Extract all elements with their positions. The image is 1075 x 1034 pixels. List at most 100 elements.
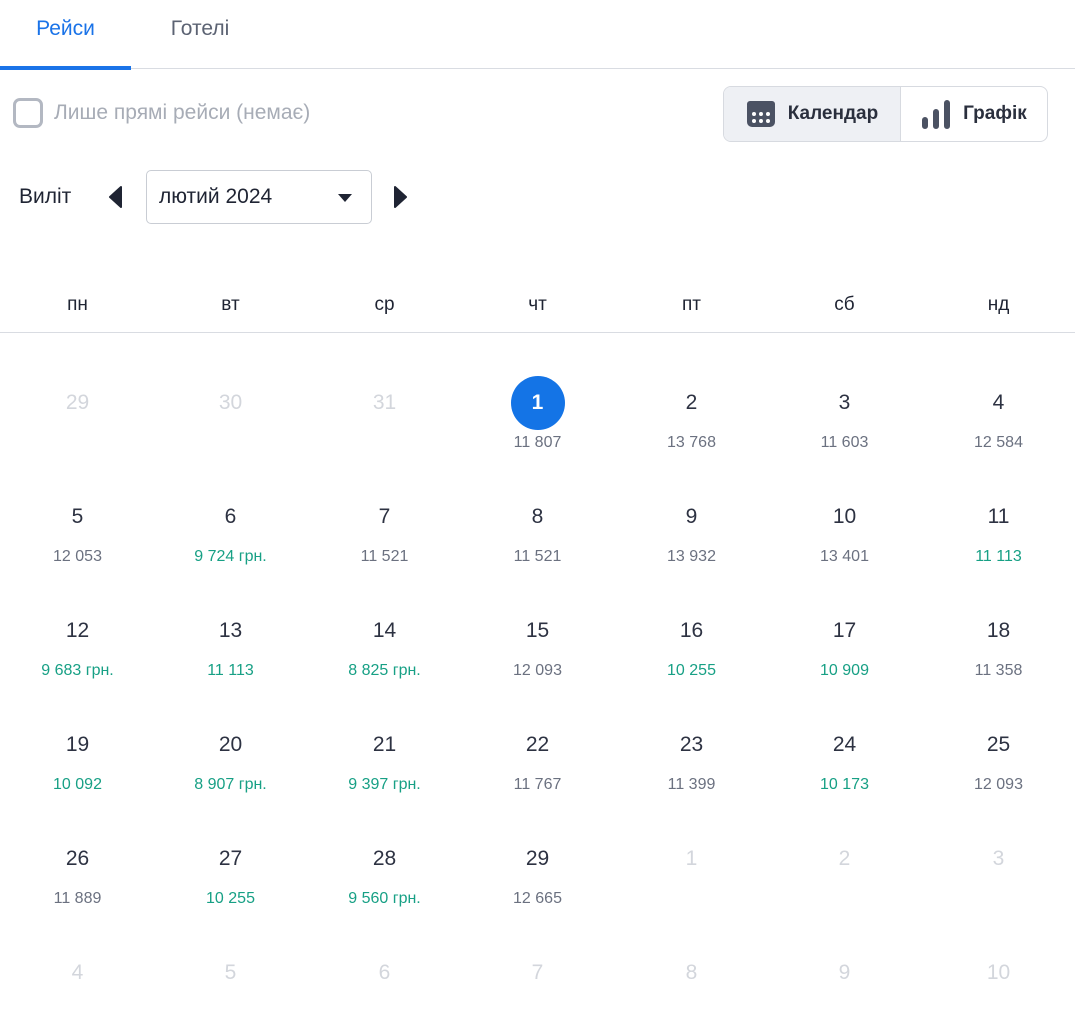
day-number: 2: [685, 391, 698, 414]
day-number: 11: [987, 505, 1010, 528]
calendar-day[interactable]: 27 10 255: [154, 789, 307, 907]
calendar-day: 10: [922, 903, 1075, 1017]
calendar-view-label: Календар: [787, 103, 879, 124]
calendar-day[interactable]: 2 13 768: [615, 333, 768, 451]
calendar-day[interactable]: 14 8 825 грн.: [308, 561, 461, 679]
chart-view-button[interactable]: Графік: [901, 87, 1047, 141]
day-number: 12: [65, 619, 90, 642]
weekday-thu: чт: [528, 294, 547, 315]
day-number: 5: [71, 505, 84, 528]
day-number: 4: [71, 961, 84, 984]
day-number: 9: [838, 961, 851, 984]
month-select[interactable]: лютий 2024: [146, 170, 372, 224]
calendar-day: 8: [615, 903, 768, 1017]
calendar-day[interactable]: 29 12 665: [461, 789, 614, 907]
day-number: 14: [372, 619, 397, 642]
calendar-day[interactable]: 23 11 399: [615, 675, 768, 793]
calendar-day[interactable]: 3 11 603: [768, 333, 921, 451]
view-toggle: Календар Графік: [723, 86, 1048, 142]
day-number: 20: [218, 733, 243, 756]
day-number: 17: [832, 619, 857, 642]
calendar-icon: [746, 101, 775, 127]
arrow-left-icon: [109, 186, 122, 208]
calendar-day[interactable]: 26 11 889: [1, 789, 154, 907]
weekday-wed: ср: [374, 294, 395, 315]
day-number: 13: [218, 619, 243, 642]
calendar-day[interactable]: 15 12 093: [461, 561, 614, 679]
day-number: 6: [378, 961, 391, 984]
calendar-day: 5: [154, 903, 307, 1017]
day-number: 7: [531, 961, 544, 984]
weekday-sun: нд: [987, 294, 1010, 315]
calendar-day: 7: [461, 903, 614, 1017]
direct-flights-label: Лише прямі рейси (немає): [54, 101, 311, 124]
calendar-day[interactable]: 28 9 560 грн.: [308, 789, 461, 907]
calendar-day[interactable]: 22 11 767: [461, 675, 614, 793]
calendar-day[interactable]: 7 11 521: [308, 447, 461, 565]
day-number: 10: [832, 505, 857, 528]
day-number: 31: [372, 391, 397, 414]
calendar-day[interactable]: 69 724 грн.: [154, 447, 307, 565]
chart-view-label: Графік: [963, 103, 1027, 124]
departure-label: Виліт: [19, 185, 72, 208]
day-number: 22: [525, 733, 550, 756]
calendar-day[interactable]: 24 10 173: [768, 675, 921, 793]
day-number: 23: [679, 733, 704, 756]
calendar-day: 29: [1, 333, 154, 447]
day-number: 7: [378, 505, 391, 528]
day-number: 30: [218, 391, 243, 414]
day-number: 19: [65, 733, 90, 756]
day-number: 26: [65, 847, 90, 870]
calendar-day[interactable]: 20 8 907 грн.: [154, 675, 307, 793]
calendar-day[interactable]: 16 10 255: [615, 561, 768, 679]
bar-chart-icon: [922, 100, 951, 129]
day-number: 5: [224, 961, 237, 984]
calendar-day[interactable]: 10 13 401: [768, 447, 921, 565]
weekday-fri: пт: [682, 294, 701, 315]
day-number: 28: [372, 847, 397, 870]
calendar-day[interactable]: 4 12 584: [922, 333, 1075, 451]
day-number: 2: [838, 847, 851, 870]
day-number: 15: [525, 619, 550, 642]
calendar-day: 1: [615, 789, 768, 903]
calendar-day: 30: [154, 333, 307, 447]
calendar-day[interactable]: 13 11 113: [154, 561, 307, 679]
direct-flights-checkbox[interactable]: [13, 98, 43, 128]
calendar-day[interactable]: 19 10 092: [1, 675, 154, 793]
day-number: 27: [218, 847, 243, 870]
day-number: 3: [838, 391, 851, 414]
calendar-day[interactable]: 9 13 932: [615, 447, 768, 565]
calendar-day: 9: [768, 903, 921, 1017]
weekday-mon: пн: [67, 294, 88, 315]
month-select-value: лютий 2024: [159, 185, 273, 208]
calendar-day[interactable]: 18 11 358: [922, 561, 1075, 679]
calendar-day: 2: [768, 789, 921, 903]
calendar-day[interactable]: 25 12 093: [922, 675, 1075, 793]
calendar-day[interactable]: 8 11 521: [461, 447, 614, 565]
direct-flights-filter[interactable]: Лише прямі рейси (немає): [13, 97, 310, 129]
calendar-day[interactable]: 21 9 397 грн.: [308, 675, 461, 793]
day-number: 18: [986, 619, 1011, 642]
day-number: 1: [531, 391, 544, 414]
day-number: 3: [992, 847, 1005, 870]
next-month-button[interactable]: [389, 182, 413, 212]
day-number: 29: [65, 391, 90, 414]
calendar-day[interactable]: 17 10 909: [768, 561, 921, 679]
calendar-view-button[interactable]: Календар: [724, 87, 901, 141]
day-number: 25: [986, 733, 1011, 756]
caret-down-icon: [338, 194, 352, 202]
day-number: 21: [372, 733, 397, 756]
calendar-day[interactable]: 5 12 053: [1, 447, 154, 565]
prev-month-button[interactable]: [103, 182, 127, 212]
tab-hotels[interactable]: Готелі: [140, 0, 260, 69]
arrow-right-icon: [394, 186, 407, 208]
calendar-day: 4: [1, 903, 154, 1017]
weekday-tue: вт: [221, 294, 240, 315]
calendar-day-selected[interactable]: 1 11 807: [461, 333, 614, 451]
calendar-day[interactable]: 12 9 683 грн.: [1, 561, 154, 679]
day-number: 24: [832, 733, 857, 756]
calendar-day[interactable]: 11 11 113: [922, 447, 1075, 565]
day-number: 8: [531, 505, 544, 528]
tab-flights[interactable]: Рейси: [0, 0, 131, 70]
calendar-day: 31: [308, 333, 461, 447]
